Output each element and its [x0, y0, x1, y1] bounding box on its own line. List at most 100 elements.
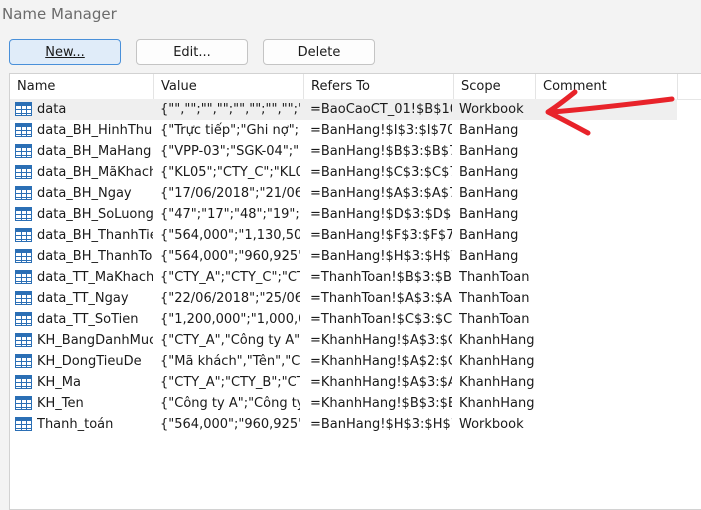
cell-scope: BanHang	[459, 186, 519, 201]
cell-scope: Workbook	[459, 417, 524, 432]
named-range-icon	[15, 144, 32, 158]
named-range-icon	[15, 270, 32, 284]
table-row[interactable]: data_TT_Ngay {"22/06/2018";"25/06/... =Tha…	[10, 288, 677, 309]
table-row[interactable]: KH_DongTieuDe {"Mã khách","Tên","Chi... =K…	[10, 351, 677, 372]
cell-name: KH_BangDanhMuc	[37, 333, 153, 348]
cell-value: {"1,200,000";"1,000,00...	[160, 312, 300, 327]
edit-button[interactable]: Edit...	[136, 39, 248, 65]
named-range-icon	[15, 291, 32, 305]
named-range-icon	[15, 165, 32, 179]
column-header-comment[interactable]: Comment	[536, 74, 678, 99]
named-range-icon	[15, 375, 32, 389]
cell-value: {"564,000";"960,925";"...	[160, 417, 300, 432]
cell-name: data_BH_ThanhTo...	[37, 249, 153, 264]
cell-refers-to: =BanHang!$D$3:$D$70	[310, 207, 452, 222]
column-header-refers-to[interactable]: Refers To	[304, 74, 454, 99]
cell-value: {"22/06/2018";"25/06/...	[160, 291, 300, 306]
cell-value: {"CTY_A";"CTY_C";"CTY...	[160, 270, 300, 285]
table-row[interactable]: data_TT_MaKhach {"CTY_A";"CTY_C";"CTY... =…	[10, 267, 677, 288]
cell-refers-to: =BanHang!$C$3:$C$70	[310, 165, 452, 180]
cell-refers-to: =BanHang!$F$3:$F$70	[310, 228, 452, 243]
cell-value: {"CTY_A","Công ty A","...	[160, 333, 300, 348]
cell-name: data_BH_HinhThuc	[37, 123, 153, 138]
new-button[interactable]: New...	[9, 39, 121, 65]
cell-value: {"Mã khách","Tên","Chi...	[160, 354, 300, 369]
cell-value: {"17/06/2018";"21/06/...	[160, 186, 300, 201]
cell-name: data_BH_MaHang	[37, 144, 152, 159]
table-row[interactable]: data_BH_HinhThuc {"Trực tiếp";"Ghi nợ";".…	[10, 120, 677, 141]
cell-scope: BanHang	[459, 165, 519, 180]
dialog-title: Name Manager	[2, 5, 117, 23]
names-list[interactable]: Name Value Refers To Scope Comment data {…	[9, 73, 701, 510]
cell-scope: KhanhHang	[459, 375, 535, 390]
table-row[interactable]: KH_Ten {"Công ty A";"Công ty ... =KhanhHan…	[10, 393, 677, 414]
table-row[interactable]: data_BH_ThanhTien {"564,000";"1,130,500".…	[10, 225, 677, 246]
named-range-icon	[15, 102, 32, 116]
named-range-icon	[15, 354, 32, 368]
column-header-name[interactable]: Name	[10, 74, 154, 99]
cell-name: KH_DongTieuDe	[37, 354, 142, 369]
edit-button-label: Edit...	[173, 44, 211, 60]
table-row[interactable]: data_BH_MaHang {"VPP-03";"SGK-04";"S... =B…	[10, 141, 677, 162]
delete-button[interactable]: Delete	[263, 39, 375, 65]
cell-value: {"564,000";"960,925";"...	[160, 249, 300, 264]
cell-refers-to: =KhanhHang!$A$3:$A...	[310, 375, 452, 390]
named-range-icon	[15, 207, 32, 221]
cell-value: {"","";"","";"","";"","";"","...	[160, 102, 300, 117]
named-range-icon	[15, 249, 32, 263]
cell-name: Thanh_toán	[37, 417, 114, 432]
cell-name: data_BH_Ngay	[37, 186, 132, 201]
cell-name: data_BH_MãKhach	[37, 165, 153, 180]
cell-name: data_TT_SoTien	[37, 312, 139, 327]
cell-scope: ThanhToan	[459, 270, 530, 285]
cell-name: data_TT_Ngay	[37, 291, 129, 306]
list-header: Name Value Refers To Scope Comment	[10, 74, 701, 100]
table-row[interactable]: data_BH_MãKhach {"KL05";"CTY_C";"KL05... =…	[10, 162, 677, 183]
delete-button-label: Delete	[297, 44, 341, 60]
cell-value: {"564,000";"1,130,500"...	[160, 228, 300, 243]
named-range-icon	[15, 333, 32, 347]
cell-name: data	[37, 102, 67, 117]
cell-refers-to: =BanHang!$I$3:$I$70	[310, 123, 452, 138]
cell-scope: BanHang	[459, 249, 519, 264]
cell-name: data_BH_SoLuong	[37, 207, 153, 222]
named-range-icon	[15, 123, 32, 137]
cell-name: data_TT_MaKhach	[37, 270, 153, 285]
cell-scope: BanHang	[459, 207, 519, 222]
named-range-icon	[15, 186, 32, 200]
table-row[interactable]: KH_BangDanhMuc {"CTY_A","Công ty A","... =…	[10, 330, 677, 351]
table-row[interactable]: data {"","";"","";"","";"","";"","... =Bao…	[10, 99, 677, 120]
cell-refers-to: =ThanhToan!$A$3:$A...	[310, 291, 452, 306]
table-row[interactable]: KH_Ma {"CTY_A";"CTY_B";"CTY... =KhanhHang!…	[10, 372, 677, 393]
cell-refers-to: =KhanhHang!$A$2:$C...	[310, 354, 452, 369]
cell-name: data_BH_ThanhTien	[37, 228, 153, 243]
column-header-scope[interactable]: Scope	[454, 74, 536, 99]
cell-scope: KhanhHang	[459, 396, 535, 411]
cell-scope: ThanhToan	[459, 312, 530, 327]
named-range-icon	[15, 228, 32, 242]
cell-value: {"KL05";"CTY_C";"KL05...	[160, 165, 300, 180]
cell-scope: BanHang	[459, 228, 519, 243]
table-row[interactable]: data_BH_SoLuong {"47";"17";"48";"19";"4..…	[10, 204, 677, 225]
cell-value: {"CTY_A";"CTY_B";"CTY...	[160, 375, 300, 390]
named-range-icon	[15, 417, 32, 431]
table-row[interactable]: data_BH_ThanhTo... {"564,000";"960,925";"…	[10, 246, 677, 267]
table-row[interactable]: Thanh_toán {"564,000";"960,925";"... =BanH…	[10, 414, 677, 435]
cell-refers-to: =KhanhHang!$B$3:$B...	[310, 396, 452, 411]
named-range-icon	[15, 396, 32, 410]
cell-scope: ThanhToan	[459, 291, 530, 306]
named-range-icon	[15, 312, 32, 326]
cell-refers-to: =ThanhToan!$B$3:$B$...	[310, 270, 452, 285]
new-button-label: New...	[45, 44, 85, 60]
column-header-value[interactable]: Value	[154, 74, 304, 99]
table-row[interactable]: data_TT_SoTien {"1,200,000";"1,000,00... =…	[10, 309, 677, 330]
cell-refers-to: =BaoCaoCT_01!$B$10...	[310, 102, 452, 117]
cell-refers-to: =BanHang!$A$3:$A$70	[310, 186, 452, 201]
cell-refers-to: =BanHang!$B$3:$B$70	[310, 144, 452, 159]
cell-name: KH_Ma	[37, 375, 81, 390]
cell-name: KH_Ten	[37, 396, 84, 411]
cell-value: {"VPP-03";"SGK-04";"S...	[160, 144, 300, 159]
cell-refers-to: =BanHang!$H$3:$H$70	[310, 249, 452, 264]
table-row[interactable]: data_BH_Ngay {"17/06/2018";"21/06/... =Ban…	[10, 183, 677, 204]
cell-value: {"47";"17";"48";"19";"4...	[160, 207, 300, 222]
